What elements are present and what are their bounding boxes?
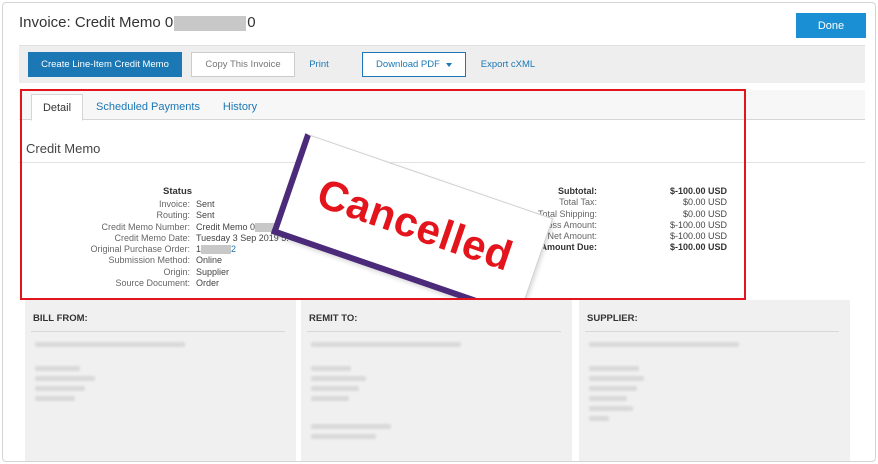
blurred-text [35, 376, 95, 381]
redacted-number [174, 15, 247, 31]
blurred-text [311, 386, 359, 391]
blurred-text [35, 396, 75, 401]
blurred-text [35, 366, 80, 371]
page-title: Invoice: Credit Memo 0 0 [19, 14, 256, 31]
highlight-box [20, 89, 746, 300]
card-title: SUPPLIER: [587, 313, 638, 324]
download-pdf-label: Download PDF [376, 59, 440, 70]
create-line-item-credit-memo-button[interactable]: Create Line-Item Credit Memo [28, 52, 182, 77]
download-pdf-button[interactable]: Download PDF [362, 52, 466, 77]
blurred-text [589, 386, 637, 391]
card-title: REMIT TO: [309, 313, 358, 324]
caret-down-icon [445, 62, 452, 67]
blurred-text [589, 376, 644, 381]
bill-from-card: BILL FROM: [25, 300, 296, 461]
blurred-text [589, 396, 627, 401]
blurred-text [589, 366, 639, 371]
blurred-text [35, 342, 185, 347]
blurred-text [311, 366, 351, 371]
blurred-text [311, 342, 461, 347]
blurred-text [589, 342, 739, 347]
invoice-window: Invoice: Credit Memo 0 0 Done Create Line… [2, 2, 876, 462]
blurred-text [311, 396, 349, 401]
action-toolbar: Create Line-Item Credit Memo Copy This I… [19, 45, 865, 83]
blurred-text [589, 416, 609, 421]
card-divider [585, 331, 839, 332]
card-title: BILL FROM: [33, 313, 88, 324]
print-link[interactable]: Print [303, 52, 335, 77]
done-button[interactable]: Done [796, 13, 866, 38]
remit-to-card: REMIT TO: [301, 300, 572, 461]
blurred-text [311, 376, 366, 381]
card-divider [31, 331, 285, 332]
blurred-text [35, 386, 85, 391]
blurred-text [311, 434, 376, 439]
page-title-suffix: 0 [247, 14, 256, 31]
blurred-text [589, 406, 633, 411]
page-title-prefix: Invoice: Credit Memo 0 [19, 14, 174, 31]
blurred-text [311, 424, 391, 429]
supplier-card: SUPPLIER: [579, 300, 850, 461]
copy-invoice-button[interactable]: Copy This Invoice [191, 52, 295, 77]
card-divider [307, 331, 561, 332]
export-cxml-link[interactable]: Export cXML [477, 52, 539, 77]
